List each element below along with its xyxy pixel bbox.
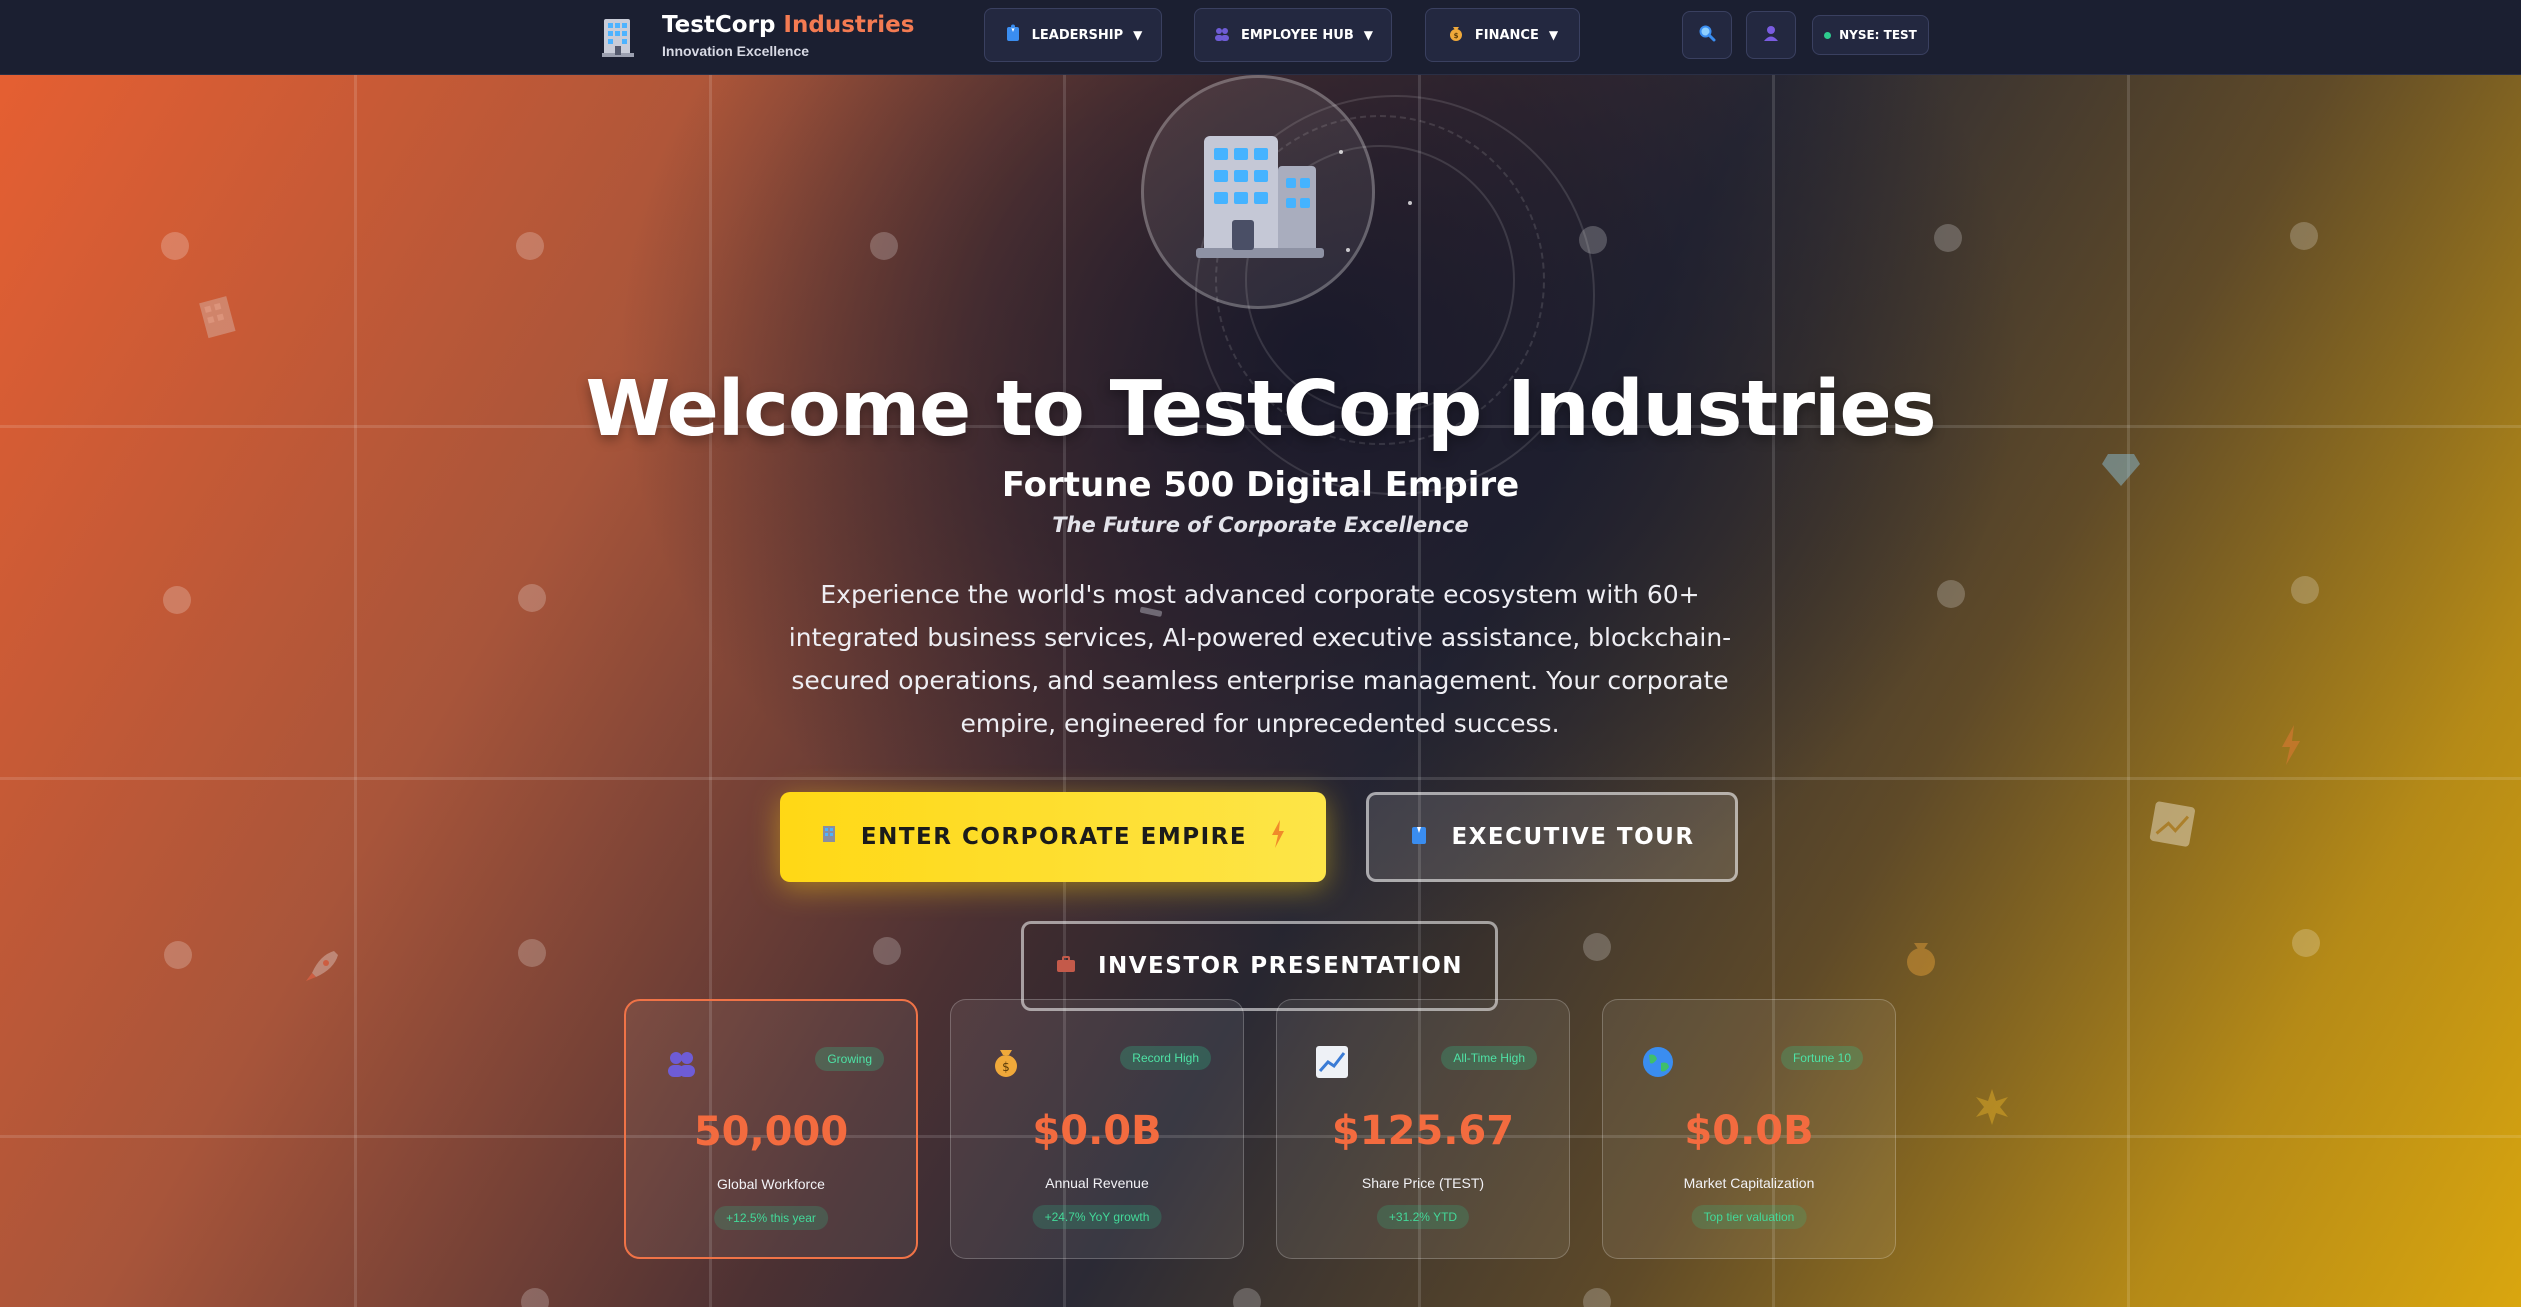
decor-dot bbox=[161, 232, 189, 260]
rocket-icon bbox=[300, 945, 344, 994]
grid-line bbox=[0, 1135, 2521, 1138]
nav-finance[interactable]: $ FINANCE ▼ bbox=[1425, 8, 1580, 62]
user-profile-button[interactable] bbox=[1746, 11, 1796, 59]
decor-dot bbox=[870, 232, 898, 260]
nav-leadership[interactable]: LEADERSHIP ▼ bbox=[984, 8, 1162, 62]
stat-value: $125.67 bbox=[1331, 1108, 1515, 1154]
stat-card-share-price[interactable]: All-Time High $125.67 Share Price (TEST)… bbox=[1276, 999, 1570, 1259]
executive-tour-button[interactable]: EXECUTIVE TOUR bbox=[1366, 792, 1738, 882]
suit-person-icon bbox=[1004, 24, 1022, 46]
chevron-down-icon: ▼ bbox=[1363, 28, 1374, 42]
grid-line bbox=[2127, 75, 2130, 1307]
hero-description: Experience the world's most advanced cor… bbox=[788, 580, 1732, 738]
people-icon bbox=[1213, 24, 1231, 46]
nav-finance-label: FINANCE bbox=[1474, 27, 1539, 43]
hero-subtitle: Fortune 500 Digital Empire bbox=[1001, 465, 1520, 505]
trend-badge: +24.7% YoY growth bbox=[1032, 1205, 1162, 1229]
briefcase-icon bbox=[1056, 953, 1076, 979]
status-badge: All-Time High bbox=[1441, 1046, 1537, 1070]
nav-leadership-label: LEADERSHIP bbox=[1031, 27, 1124, 43]
decor-dot bbox=[518, 939, 546, 967]
hero-title: Welcome to TestCorp Industries bbox=[585, 365, 1936, 454]
decor-dot bbox=[518, 584, 546, 612]
chart-up-icon bbox=[1315, 1045, 1349, 1079]
decor-dot bbox=[1233, 1288, 1261, 1307]
trend-badge: +31.2% YTD bbox=[1376, 1205, 1470, 1229]
chevron-down-icon: ▼ bbox=[1133, 28, 1143, 42]
office-building-icon bbox=[819, 824, 839, 850]
office-building-icon bbox=[190, 290, 245, 349]
office-building-icon bbox=[596, 13, 642, 59]
chart-up-icon bbox=[2146, 799, 2198, 855]
stat-value: 50,000 bbox=[693, 1109, 849, 1155]
stat-card-workforce[interactable]: Growing 50,000 Global Workforce +12.5% t… bbox=[624, 999, 918, 1259]
hero-tagline: The Future of Corporate Excellence bbox=[1052, 513, 1469, 537]
user-icon bbox=[1762, 24, 1780, 47]
stat-label: Market Capitalization bbox=[1683, 1175, 1815, 1191]
hero-logo bbox=[1141, 75, 1375, 309]
brand-name: TestCorp Industries bbox=[662, 12, 915, 38]
stat-label: Share Price (TEST) bbox=[1361, 1175, 1485, 1191]
star-burst-icon bbox=[1972, 1087, 2012, 1132]
trend-badge: Top tier valuation bbox=[1691, 1205, 1807, 1229]
stat-card-revenue[interactable]: $ Record High $0.0B Annual Revenue +24.7… bbox=[950, 999, 1244, 1259]
ticker-label: NYSE: TEST bbox=[1839, 28, 1917, 42]
decor-dot bbox=[2290, 222, 2318, 250]
decor-dot bbox=[163, 586, 191, 614]
decor-dot bbox=[1583, 933, 1611, 961]
globe-icon bbox=[1641, 1045, 1675, 1079]
lightning-icon bbox=[1269, 820, 1287, 854]
stat-label: Annual Revenue bbox=[1045, 1175, 1149, 1191]
search-button[interactable] bbox=[1682, 11, 1732, 59]
suit-person-icon bbox=[1409, 823, 1429, 851]
decor-spark bbox=[1408, 201, 1412, 205]
decor-dot bbox=[164, 941, 192, 969]
chevron-down-icon: ▼ bbox=[1548, 28, 1559, 42]
decor-dot bbox=[873, 937, 901, 965]
status-badge: Fortune 10 bbox=[1780, 1046, 1863, 1070]
stat-value: $0.0B bbox=[1684, 1108, 1814, 1154]
grid-line bbox=[354, 75, 357, 1307]
live-status-dot bbox=[1824, 31, 1832, 39]
investor-presentation-label: INVESTOR PRESENTATION bbox=[1097, 953, 1464, 979]
top-navbar: TestCorp Industries Innovation Excellenc… bbox=[0, 0, 2521, 75]
enter-corporate-empire-button[interactable]: ENTER CORPORATE EMPIRE bbox=[780, 792, 1326, 882]
decor-dot bbox=[1583, 1288, 1611, 1307]
brand[interactable]: TestCorp Industries Innovation Excellenc… bbox=[596, 12, 914, 59]
svg-text:$: $ bbox=[1002, 1060, 1010, 1074]
decor-dot bbox=[2292, 929, 2320, 957]
hero-section: Welcome to TestCorp Industries Fortune 5… bbox=[0, 75, 2521, 1307]
money-bag-icon bbox=[1902, 937, 1940, 982]
brand-tagline: Innovation Excellence bbox=[662, 43, 810, 59]
search-icon bbox=[1698, 24, 1716, 47]
nav-employee-hub[interactable]: EMPLOYEE HUB ▼ bbox=[1194, 8, 1392, 62]
nav-employee-hub-label: EMPLOYEE HUB bbox=[1240, 27, 1354, 43]
stat-value: $0.0B bbox=[1032, 1108, 1162, 1154]
decor-dot bbox=[521, 1288, 549, 1307]
office-building-icon bbox=[1196, 136, 1324, 258]
people-icon bbox=[664, 1046, 698, 1080]
money-bag-icon: $ bbox=[989, 1045, 1023, 1079]
money-bag-icon: $ bbox=[1447, 24, 1465, 46]
executive-tour-label: EXECUTIVE TOUR bbox=[1451, 824, 1695, 850]
svg-text:$: $ bbox=[1453, 32, 1458, 40]
investor-presentation-button[interactable]: INVESTOR PRESENTATION bbox=[1021, 921, 1498, 1011]
decor-dot bbox=[1934, 224, 1962, 252]
trend-badge: +12.5% this year bbox=[714, 1206, 828, 1230]
stat-label: Global Workforce bbox=[717, 1176, 825, 1192]
status-badge: Record High bbox=[1120, 1046, 1211, 1070]
stat-card-market-cap[interactable]: Fortune 10 $0.0B Market Capitalization T… bbox=[1602, 999, 1896, 1259]
grid-line bbox=[0, 777, 2521, 780]
decor-dot bbox=[516, 232, 544, 260]
status-badge: Growing bbox=[815, 1047, 884, 1071]
enter-corporate-empire-label: ENTER CORPORATE EMPIRE bbox=[860, 824, 1248, 850]
decor-dot bbox=[2291, 576, 2319, 604]
stock-ticker[interactable]: NYSE: TEST bbox=[1812, 15, 1929, 55]
decor-dot bbox=[1937, 580, 1965, 608]
lightning-icon bbox=[2278, 725, 2304, 770]
